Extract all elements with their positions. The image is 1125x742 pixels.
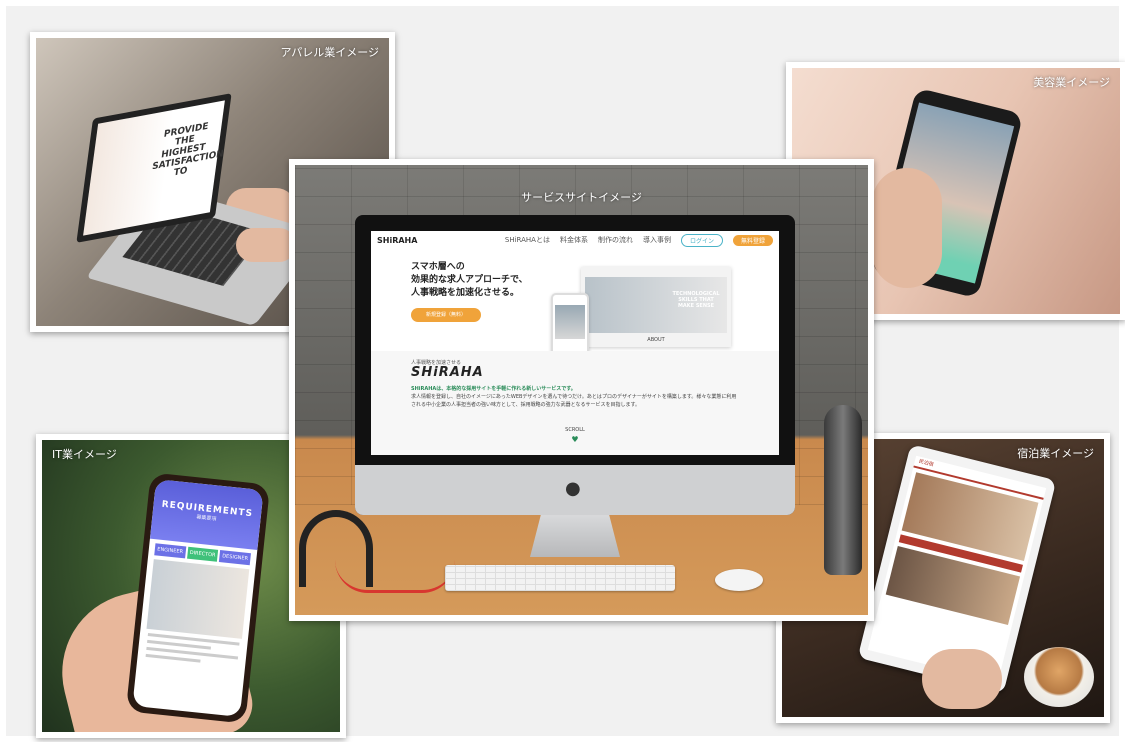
nav-link[interactable]: 制作の流れ — [598, 235, 633, 245]
section-description: SHiRAHAは、本格的な採用サイトを手軽に作れる新しいサービスです。 求人情報… — [411, 386, 737, 408]
hero: スマホ層への 効果的な求人アプローチで、 人事戦略を加速化させる。 新規登録（無… — [411, 261, 561, 322]
beauty-caption: 美容業イメージ — [1033, 76, 1110, 89]
hand — [872, 168, 942, 288]
nav-link[interactable]: 料金体系 — [560, 235, 588, 245]
website-mockup: SHiRAHA SHiRAHAとは 料金体系 制作の流れ 導入事例 ログイン 無… — [371, 231, 779, 455]
service-photo: サービスサイトイメージ SHiRAHA SHiRAHAとは 料金体系 制作の流れ… — [289, 159, 874, 621]
tab-engineer[interactable]: ENGINEER — [154, 543, 186, 559]
site-logo[interactable]: SHiRAHA — [377, 236, 417, 245]
section-brand: SHiRAHA — [411, 365, 484, 380]
imac-stand — [530, 515, 620, 557]
nav-link[interactable]: 導入事例 — [643, 235, 671, 245]
imac: SHiRAHA SHiRAHAとは 料金体系 制作の流れ 導入事例 ログイン 無… — [355, 215, 795, 515]
lodging-image — [885, 545, 1021, 625]
hero-cta-button[interactable]: 新規登録（無料） — [411, 308, 481, 322]
mock-about: ABOUT — [647, 337, 665, 343]
nav-link[interactable]: SHiRAHAとは — [505, 235, 550, 245]
login-button[interactable]: ログイン — [680, 233, 723, 247]
tab-director[interactable]: DIRECTOR — [186, 546, 219, 562]
hero-line: スマホ層への — [411, 262, 465, 272]
hand — [236, 228, 296, 262]
apple-logo-icon: ● — [565, 478, 581, 499]
team-image — [146, 559, 250, 639]
apparel-caption: アパレル業イメージ — [280, 46, 379, 59]
speaker — [824, 405, 862, 575]
cable — [335, 560, 455, 593]
site-nav: SHiRAHA SHiRAHAとは 料金体系 制作の流れ 導入事例 ログイン 無… — [371, 231, 779, 249]
desktop-mock: TECHNOLOGICAL SKILLS THAT MAKE SENSE ABO… — [581, 267, 731, 347]
scroll-label[interactable]: SCROLL — [371, 427, 779, 433]
lodging-caption: 宿泊業イメージ — [1017, 447, 1094, 460]
it-caption: IT業イメージ — [52, 448, 117, 461]
collage-canvas: PROVIDE THE HIGHEST SATISFACTION TO アパレル… — [6, 6, 1125, 738]
hand — [922, 649, 1002, 709]
coffee-cup — [1024, 647, 1094, 707]
mock-title: TECHNOLOGICAL SKILLS THAT MAKE SENSE — [672, 291, 720, 309]
heart-icon: ♥ — [571, 435, 579, 444]
hero-line: 人事戦略を加速化させる。 — [411, 288, 520, 298]
mouse — [715, 569, 763, 591]
keyboard — [445, 565, 675, 591]
service-caption: サービスサイトイメージ — [521, 191, 642, 204]
signup-button[interactable]: 無料登録 — [732, 234, 773, 246]
laptop-headline: PROVIDE THE HIGHEST SATISFACTION TO — [151, 121, 225, 179]
tab-designer[interactable]: DESIGNER — [219, 550, 251, 566]
hero-line: 効果的な求人アプローチで、 — [411, 275, 528, 285]
phone: REQUIREMENTS 募集要項 ENGINEER DIRECTOR DESI… — [125, 472, 271, 724]
about-section: 人事戦略を加速させる SHiRAHA SHiRAHAは、本格的な採用サイトを手軽… — [371, 351, 779, 455]
